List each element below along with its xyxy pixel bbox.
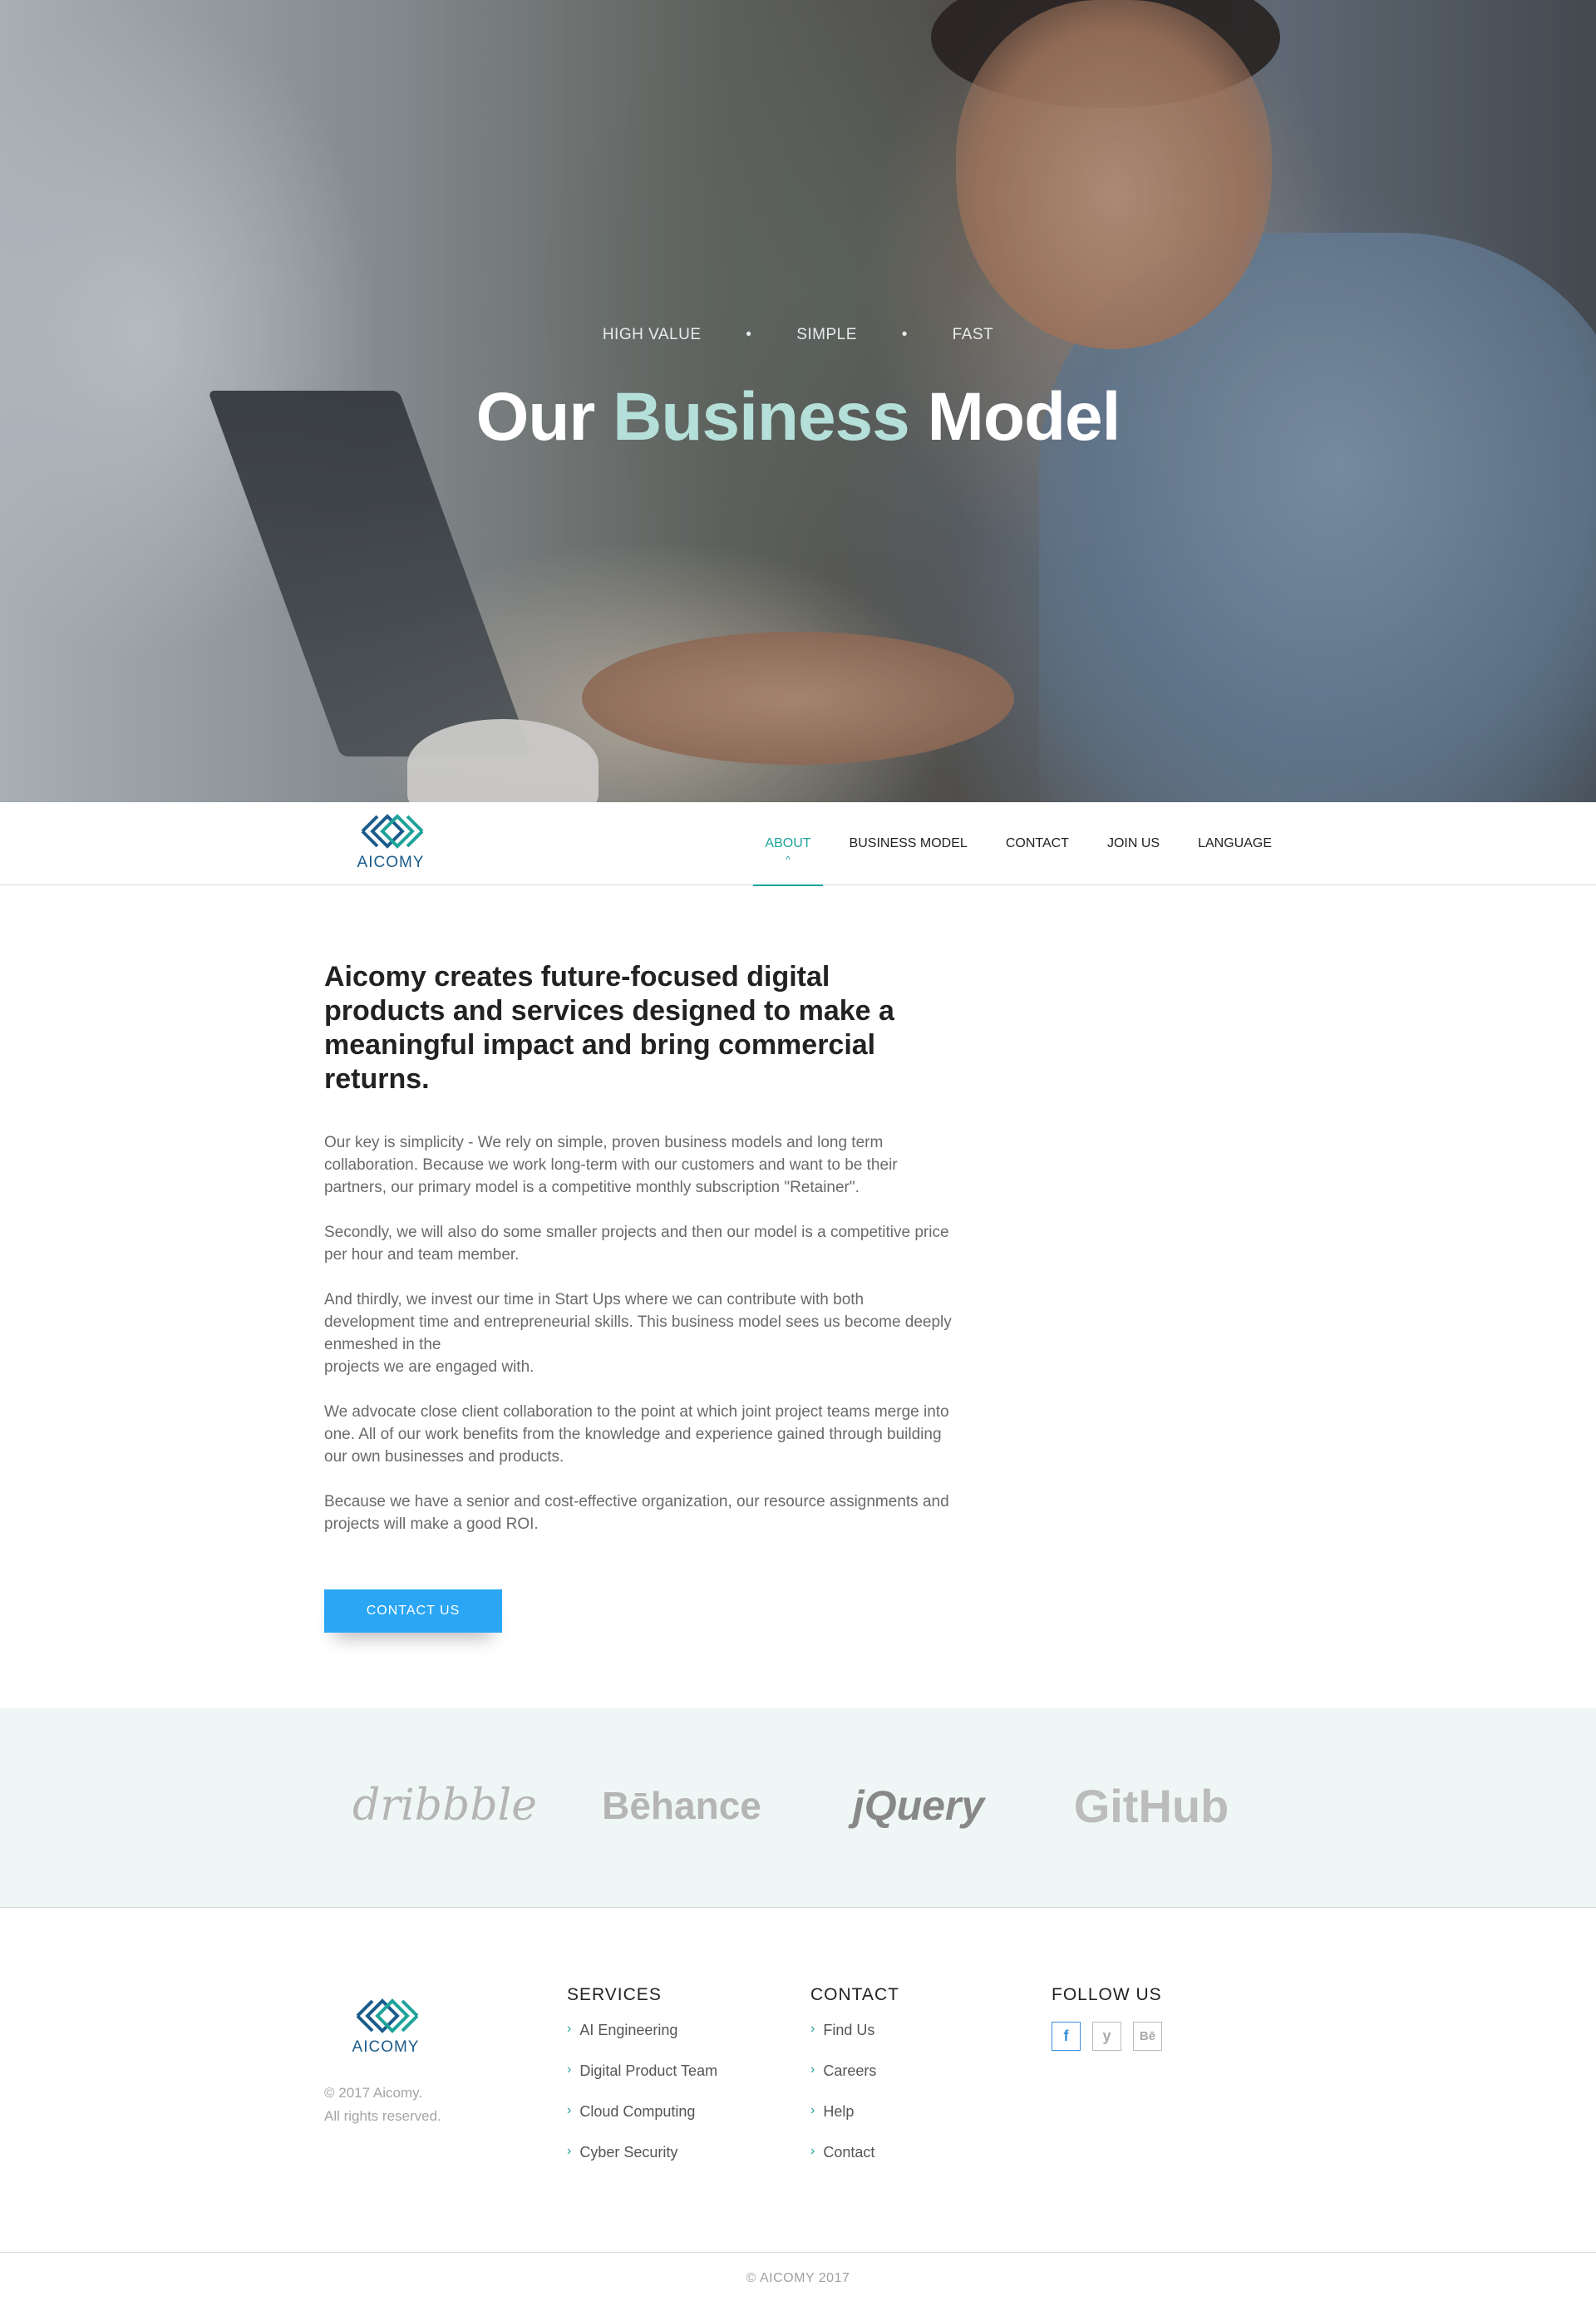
hero-tagline: HIGH VALUE • SIMPLE • FAST — [0, 326, 1596, 344]
nav-menu: ABOUT ^ BUSINESS MODEL CONTACT JOIN US L… — [727, 802, 1272, 886]
about-paragraph: projects we are engaged with. — [324, 1358, 534, 1376]
footer-link-label: Cyber Security — [579, 2144, 678, 2161]
chevron-right-icon: › — [810, 2103, 815, 2117]
footer-link-help[interactable]: › Help — [810, 2103, 899, 2144]
hero-title-accent: Business — [613, 379, 910, 455]
footer-link-cloud-computing[interactable]: › Cloud Computing — [567, 2103, 717, 2144]
hero-tag-separator: • — [901, 326, 908, 343]
chevron-right-icon: › — [810, 2062, 815, 2077]
footer-link-label: Help — [823, 2103, 855, 2120]
footer-link-label: Careers — [823, 2062, 877, 2079]
about-paragraph: Our key is simplicity - We rely on simpl… — [324, 1134, 898, 1196]
jquery-logo[interactable]: jQuery — [840, 1776, 998, 1835]
footer-bottom-copyright: © AICOMY 2017 — [746, 2271, 850, 2285]
chevron-right-icon: › — [567, 2103, 572, 2117]
social-links: f y Bē — [1052, 2022, 1162, 2051]
footer-services-title: SERVICES — [567, 1985, 662, 2004]
partner-logos-band: dribbble Bēhance jQuery GitHub — [0, 1708, 1596, 1908]
chevron-right-icon: › — [567, 2022, 572, 2036]
copyright-line: © 2017 Aicomy. — [324, 2085, 423, 2101]
nav-item-label: CONTACT — [1005, 836, 1069, 850]
contact-us-button[interactable]: CONTACT US — [324, 1589, 502, 1633]
footer-link-digital-product-team[interactable]: › Digital Product Team — [567, 2062, 717, 2103]
chevron-right-icon: › — [567, 2144, 572, 2158]
about-paragraph: We advocate close client collaboration t… — [324, 1403, 949, 1466]
about-heading: Aicomy creates future-focused digital pr… — [324, 961, 894, 1095]
aicomy-diamond-logo-icon — [356, 1998, 419, 2033]
about-section: Aicomy creates future-focused digital pr… — [324, 960, 956, 1558]
nav-item-contact[interactable]: CONTACT — [1006, 802, 1069, 885]
nav-item-label: LANGUAGE — [1198, 836, 1272, 850]
footer-link-contact[interactable]: › Contact — [810, 2144, 899, 2185]
aicomy-diamond-logo-icon — [361, 814, 424, 849]
facebook-icon[interactable]: f — [1052, 2022, 1081, 2051]
behance-icon[interactable]: Bē — [1133, 2022, 1162, 2051]
main-navbar: AICOMY ABOUT ^ BUSINESS MODEL CONTACT JO… — [0, 802, 1596, 886]
about-paragraph: And thirdly, we invest our time in Start… — [324, 1291, 952, 1353]
chevron-right-icon: › — [810, 2144, 815, 2158]
nav-item-business-model[interactable]: BUSINESS MODEL — [850, 802, 968, 885]
about-paragraph: Because we have a senior and cost-effect… — [324, 1493, 949, 1533]
footer-contact-column: CONTACT › Find Us › Careers › Help › Contact — [810, 1985, 899, 2185]
hero-banner: HIGH VALUE • SIMPLE • FAST Our Business … — [0, 0, 1596, 802]
behance-logo[interactable]: Bēhance — [598, 1776, 765, 1835]
nav-item-label: ABOUT — [765, 836, 811, 850]
footer-link-label: Digital Product Team — [579, 2062, 718, 2079]
footer-follow-title: FOLLOW US — [1052, 1985, 1162, 2004]
nav-item-about[interactable]: ABOUT ^ — [753, 802, 823, 886]
footer-services-column: SERVICES › AI Engineering › Digital Produc… — [567, 1985, 717, 2185]
logo-wordmark: AICOMY — [357, 854, 425, 871]
hero-tag-fast: FAST — [952, 326, 994, 343]
footer-link-cyber-security[interactable]: › Cyber Security — [567, 2144, 717, 2185]
nav-item-language[interactable]: LANGUAGE — [1198, 802, 1272, 885]
about-paragraph: Secondly, we will also do some smaller p… — [324, 1224, 949, 1264]
nav-item-label: JOIN US — [1106, 836, 1160, 850]
copyright-line: All rights reserved. — [324, 2108, 441, 2124]
chevron-right-icon: › — [567, 2062, 572, 2077]
footer-logo[interactable]: AICOMY — [349, 1995, 422, 2057]
footer-link-ai-engineering[interactable]: › AI Engineering — [567, 2022, 717, 2062]
footer-link-label: Contact — [823, 2144, 875, 2161]
footer-link-label: Cloud Computing — [579, 2103, 696, 2120]
twitter-icon[interactable]: y — [1092, 2022, 1121, 2051]
footer-copyright: © 2017 Aicomy. All rights reserved. — [324, 2082, 441, 2128]
footer-link-label: AI Engineering — [579, 2022, 678, 2038]
caret-up-icon: ^ — [786, 854, 791, 865]
nav-item-label: BUSINESS MODEL — [849, 836, 968, 850]
footer-link-label: Find Us — [823, 2022, 875, 2038]
nav-item-join-us[interactable]: JOIN US — [1107, 802, 1160, 885]
hero-tag-separator: • — [746, 326, 752, 343]
footer-follow-column: FOLLOW US f y Bē — [1052, 1985, 1162, 2051]
logo-wordmark: AICOMY — [352, 2038, 420, 2056]
hero-title-part1: Our — [475, 379, 596, 455]
hero-title-part2: Model — [927, 379, 1121, 455]
hero-tag-high-value: HIGH VALUE — [602, 326, 702, 343]
header-logo[interactable]: AICOMY — [354, 811, 427, 872]
chevron-right-icon: › — [810, 2022, 815, 2036]
hero-title: Our Business Model — [0, 378, 1596, 456]
footer-contact-title: CONTACT — [810, 1985, 899, 2004]
hero-tag-simple: SIMPLE — [796, 326, 857, 343]
github-logo[interactable]: GitHub — [1072, 1776, 1230, 1835]
footer-divider — [0, 2252, 1596, 2253]
footer-link-find-us[interactable]: › Find Us — [810, 2022, 899, 2062]
dribbble-logo[interactable]: dribbble — [352, 1776, 537, 1835]
footer-link-careers[interactable]: › Careers — [810, 2062, 899, 2103]
